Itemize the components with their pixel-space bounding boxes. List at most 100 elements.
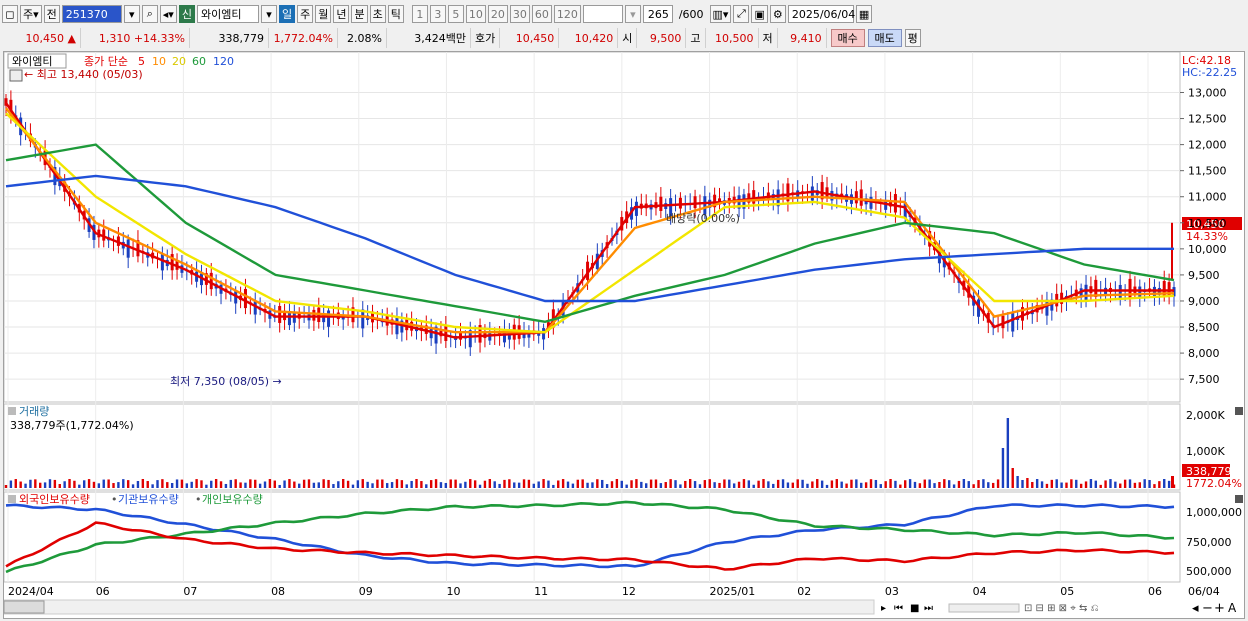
window-icon[interactable]: ◻ (2, 5, 18, 23)
volume-bar-210 (1031, 482, 1034, 488)
code-dropdown-button[interactable]: ▾ (123, 5, 140, 23)
volume-bar-105 (517, 482, 521, 488)
volume-bar-159 (781, 479, 785, 488)
prev-button[interactable]: 전 (43, 5, 60, 23)
font-size-icon[interactable]: A (1228, 601, 1237, 615)
count-input[interactable]: 265 (642, 5, 673, 23)
current-price: 10,450 ▲ (2, 28, 81, 48)
interval-3[interactable]: 3 (429, 5, 446, 23)
volume-bar-96 (473, 480, 477, 488)
stock-name-dropdown[interactable]: ▾ (260, 5, 277, 23)
price-tick-4: 11,000 (1188, 191, 1227, 204)
scroll-thumb[interactable] (3, 600, 45, 614)
sell-button[interactable]: 매도 (867, 29, 902, 47)
volume-panel-handle[interactable] (8, 407, 16, 415)
avg-button[interactable]: 평 (904, 29, 921, 47)
interval-5[interactable]: 5 (447, 5, 464, 23)
date-input[interactable]: 2025/06/04 (787, 5, 855, 23)
interval-30[interactable]: 30 (509, 5, 530, 23)
low-note: 최저 7,350 (08/05) → (170, 375, 282, 388)
interval-120[interactable]: 120 (553, 5, 581, 23)
period-minute[interactable]: 분 (351, 5, 368, 23)
volume-bar-0 (4, 485, 8, 488)
volume-bar-55 (273, 480, 276, 488)
volume-bar-203 (996, 479, 1000, 488)
volume-bar-93 (459, 483, 462, 488)
zoom-out-icon[interactable]: − (1202, 601, 1213, 616)
scroll-right-icon[interactable]: ▸ (881, 603, 886, 614)
period-tick[interactable]: 틱 (387, 5, 404, 23)
buy-button[interactable]: 매수 (830, 29, 865, 47)
volume-bar-233 (1143, 479, 1146, 488)
calendar-icon[interactable]: ▦ (855, 5, 873, 23)
period-week[interactable]: 주 (297, 5, 314, 23)
interval-60[interactable]: 60 (531, 5, 552, 23)
candle-icon[interactable]: ▥▾ (709, 5, 732, 23)
table-icon[interactable] (9, 69, 23, 82)
volume-bar-13 (68, 479, 71, 488)
price-tick-11: 7,500 (1188, 373, 1220, 386)
candle-body-49 (243, 288, 247, 309)
volume-close-icon[interactable] (1235, 407, 1243, 415)
volume-bar-4 (24, 483, 27, 488)
candle-body-235 (1152, 286, 1156, 297)
volume-bar-137 (674, 480, 677, 488)
save-icon[interactable]: ▣ (751, 5, 768, 23)
zoom-slider[interactable] (948, 603, 1020, 613)
period-month[interactable]: 월 (315, 5, 332, 23)
interval-1[interactable]: 1 (411, 5, 428, 23)
volume-bar-35 (175, 479, 179, 488)
chart-area[interactable]: 와이엠티 종가 단순 5 10 20 60 120 ← 최고 13,440 (0… (3, 51, 1245, 619)
price-tick-3: 11,500 (1188, 165, 1227, 178)
volume-bar-156 (767, 481, 770, 488)
legend-dot-1: • (111, 493, 118, 506)
volume-bar-16 (82, 480, 86, 488)
last-icon[interactable]: ⏭ (924, 603, 933, 614)
volume-bar-220 (1079, 483, 1083, 488)
stock-code-input[interactable]: 251370 (61, 5, 122, 23)
draw-icon[interactable]: ⤢ (733, 5, 750, 23)
volume-bar-147 (723, 479, 726, 488)
scroll-track[interactable] (3, 599, 875, 615)
tools-icon[interactable]: ⊡ ⊟ ⊞ ⊠ ⌖ ⇆ ⎌ (1024, 603, 1099, 614)
volume-bar-140 (688, 479, 692, 488)
gear-icon[interactable]: ⚙ (769, 5, 786, 23)
volume-bar-173 (850, 479, 853, 488)
volume-bar-157 (772, 483, 775, 488)
holding-tick-1m: 1,000,000 (1186, 506, 1242, 519)
period-second[interactable]: 초 (369, 5, 386, 23)
volume-bar-28 (141, 479, 145, 488)
chart-svg[interactable]: 와이엠티 종가 단순 5 10 20 60 120 ← 최고 13,440 (0… (3, 51, 1244, 618)
volume-bar-17 (87, 479, 91, 488)
period-year[interactable]: 년 (333, 5, 350, 23)
volume-bar-44 (219, 481, 223, 488)
holding-panel-handle[interactable] (8, 495, 16, 503)
interval-custom-input[interactable] (582, 5, 623, 23)
interval-10[interactable]: 10 (465, 5, 486, 23)
interval-dropdown[interactable]: ▾ (624, 5, 641, 23)
volume-bar-164 (806, 483, 809, 488)
zoom-in-icon[interactable]: + (1214, 601, 1225, 616)
volume-bar-205 (1006, 418, 1010, 488)
interval-20[interactable]: 20 (487, 5, 508, 23)
speaker-icon[interactable]: ◂▾ (159, 5, 177, 23)
volume-bar-67 (332, 484, 335, 488)
period-type-select[interactable]: 주 ▾ (20, 5, 42, 23)
volume-bar-39 (195, 479, 198, 488)
volume-bar-198 (972, 484, 975, 488)
volume-bar-108 (532, 483, 535, 488)
volume-bar-32 (161, 479, 164, 488)
ma-5-label: 5 (138, 55, 145, 68)
scroll-left-icon[interactable]: ◂ (1192, 601, 1199, 616)
candle-body-66 (327, 310, 331, 327)
period-day[interactable]: 일 (278, 5, 296, 23)
candle-body-32 (160, 254, 164, 271)
candle-body-63 (312, 309, 316, 321)
price-panel[interactable] (3, 51, 1181, 403)
volume-bar-232 (1138, 482, 1141, 488)
first-icon[interactable]: ⏮ (894, 603, 903, 614)
volume-bar-214 (1050, 479, 1054, 488)
search-icon[interactable]: ⌕ (141, 5, 158, 23)
holding-close-icon[interactable] (1235, 495, 1243, 503)
stop-icon[interactable]: ■ (910, 603, 919, 614)
